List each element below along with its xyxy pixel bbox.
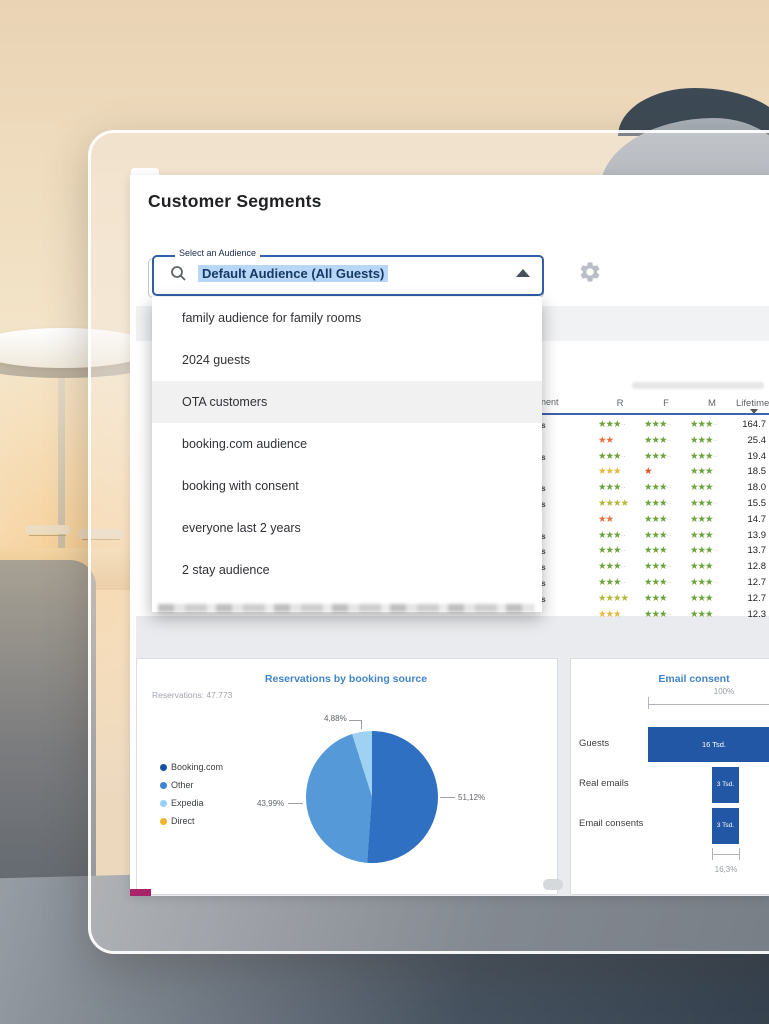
desktop-screen: Customer Segments Select an Audience Def… <box>0 0 769 1024</box>
audience-combobox-label: Select an Audience <box>175 248 260 258</box>
email-consent-title: Email consent <box>614 673 769 685</box>
stars-r: ★★★·· <box>598 577 644 588</box>
lifetime-value: 164.7 <box>720 419 766 430</box>
funnel-label-email-consents: Email consents <box>579 818 643 829</box>
funnel-label-guests: Guests <box>579 738 609 749</box>
dropdown-item[interactable]: everyone last 2 years <box>152 507 542 549</box>
lifetime-value: 12.8 <box>720 561 766 572</box>
legend-dot <box>160 800 167 807</box>
audience-selected-value: Default Audience (All Guests) <box>198 265 388 282</box>
dropdown-item[interactable]: booking.com audience <box>152 423 542 465</box>
stars-r: ★★ <box>598 514 644 525</box>
stars-r: ★★★★ <box>598 498 644 509</box>
blurred-row-under-dropdown <box>158 604 534 612</box>
bracket-line <box>648 704 769 705</box>
table-header-lifetime[interactable]: Lifetime <box>736 398 769 409</box>
lifetime-value: 13.9 <box>720 530 766 541</box>
lifetime-value: 25.4 <box>720 435 766 446</box>
lifetime-value: 18.0 <box>720 482 766 493</box>
stars-r: ★★★·· <box>598 530 644 541</box>
table-header-r[interactable]: R <box>600 398 640 409</box>
stars-f: ★ <box>644 466 690 477</box>
lifetime-value: 15.5 <box>720 498 766 509</box>
lifetime-value: 12.7 <box>720 577 766 588</box>
stars-r: ★★★ <box>598 609 644 620</box>
dropdown-item[interactable]: 2 stay audience <box>152 549 542 591</box>
stars-f: ★★★·· <box>644 577 690 588</box>
bar-email-consents-value: 3 Tsd. <box>712 822 739 829</box>
page-title: Customer Segments <box>148 191 322 212</box>
stars-f: ★★★·· <box>644 498 690 509</box>
stars-r: ★★★·· <box>598 482 644 493</box>
stars-f: ★★★·· <box>644 435 690 446</box>
stars-r: ★★★★ <box>598 593 644 604</box>
stars-f: ★★★·· <box>644 609 690 620</box>
legend-dot <box>160 782 167 789</box>
brand-mark <box>130 889 151 896</box>
leader-line <box>440 797 455 798</box>
bar-real-emails-value: 3 Tsd. <box>712 781 739 788</box>
dropdown-item[interactable]: OTA customers <box>152 381 542 423</box>
audience-dropdown-list: family audience for family rooms2024 gue… <box>152 297 542 612</box>
search-icon <box>170 265 187 287</box>
lounge-chair <box>25 525 70 534</box>
stars-f: ★★★·· <box>644 561 690 572</box>
bottom-percent-label: 16,3% <box>702 865 750 874</box>
legend-label: Direct <box>171 816 195 826</box>
dropdown-item[interactable]: booking with consent <box>152 465 542 507</box>
gear-icon[interactable] <box>578 260 602 289</box>
pie-label-booking: 51,12% <box>458 793 485 802</box>
stars-f: ★★★·· <box>644 530 690 541</box>
legend-dot <box>160 818 167 825</box>
bracket-tick <box>648 697 649 709</box>
pie-label-expedia: 4,88% <box>324 714 347 723</box>
stars-r: ★★★·· <box>598 561 644 572</box>
stars-f: ★★★·· <box>644 514 690 525</box>
pie-chart-subtitle: Reservations: 47.773 <box>152 690 232 700</box>
stars-f: ★★★ <box>644 545 690 556</box>
stars-r: ★★★·· <box>598 451 644 462</box>
stars-f: ★★★ <box>644 593 690 604</box>
lifetime-value: 12.3 <box>720 609 766 620</box>
stars-f: ★★★·· <box>644 451 690 462</box>
funnel-label-real-emails: Real emails <box>579 778 629 789</box>
table-header-partial: nent <box>541 397 559 407</box>
top-percent-label: 100% <box>700 687 748 696</box>
stars-r: ★★★·· <box>598 545 644 556</box>
dropdown-item[interactable]: 2024 guests <box>152 339 542 381</box>
stars-f: ★★★·· <box>644 419 690 430</box>
leader-line <box>361 720 362 729</box>
pie-chart-title: Reservations by booking source <box>136 673 556 685</box>
lifetime-value: 12.7 <box>720 593 766 604</box>
legend-label: Booking.com <box>171 762 223 772</box>
table-header-f[interactable]: F <box>646 398 686 409</box>
pie-label-other: 43,99% <box>257 799 284 808</box>
legend-label: Other <box>171 780 194 790</box>
pie-chart[interactable] <box>306 731 438 863</box>
stars-f: ★★★·· <box>644 482 690 493</box>
stars-r: ★★★ <box>598 466 644 477</box>
chevron-up-icon[interactable] <box>516 269 530 277</box>
legend-dot <box>160 764 167 771</box>
lifetime-value: 13.7 <box>720 545 766 556</box>
lifetime-value: 18.5 <box>720 466 766 477</box>
dropdown-item[interactable]: family audience for family rooms <box>152 297 542 339</box>
lifetime-value: 19.4 <box>720 451 766 462</box>
bracket-line <box>712 854 740 855</box>
scrollbar-thumb[interactable] <box>543 879 563 890</box>
legend-label: Expedia <box>171 798 204 808</box>
table-hint-blurred <box>632 382 764 389</box>
bar-guests-value: 16 Tsd. <box>648 740 769 749</box>
table-header-m[interactable]: M <box>692 398 732 409</box>
lifetime-value: 14.7 <box>720 514 766 525</box>
stars-r: ★★ <box>598 435 644 446</box>
leader-line <box>288 803 303 804</box>
stars-r: ★★★·· <box>598 419 644 430</box>
